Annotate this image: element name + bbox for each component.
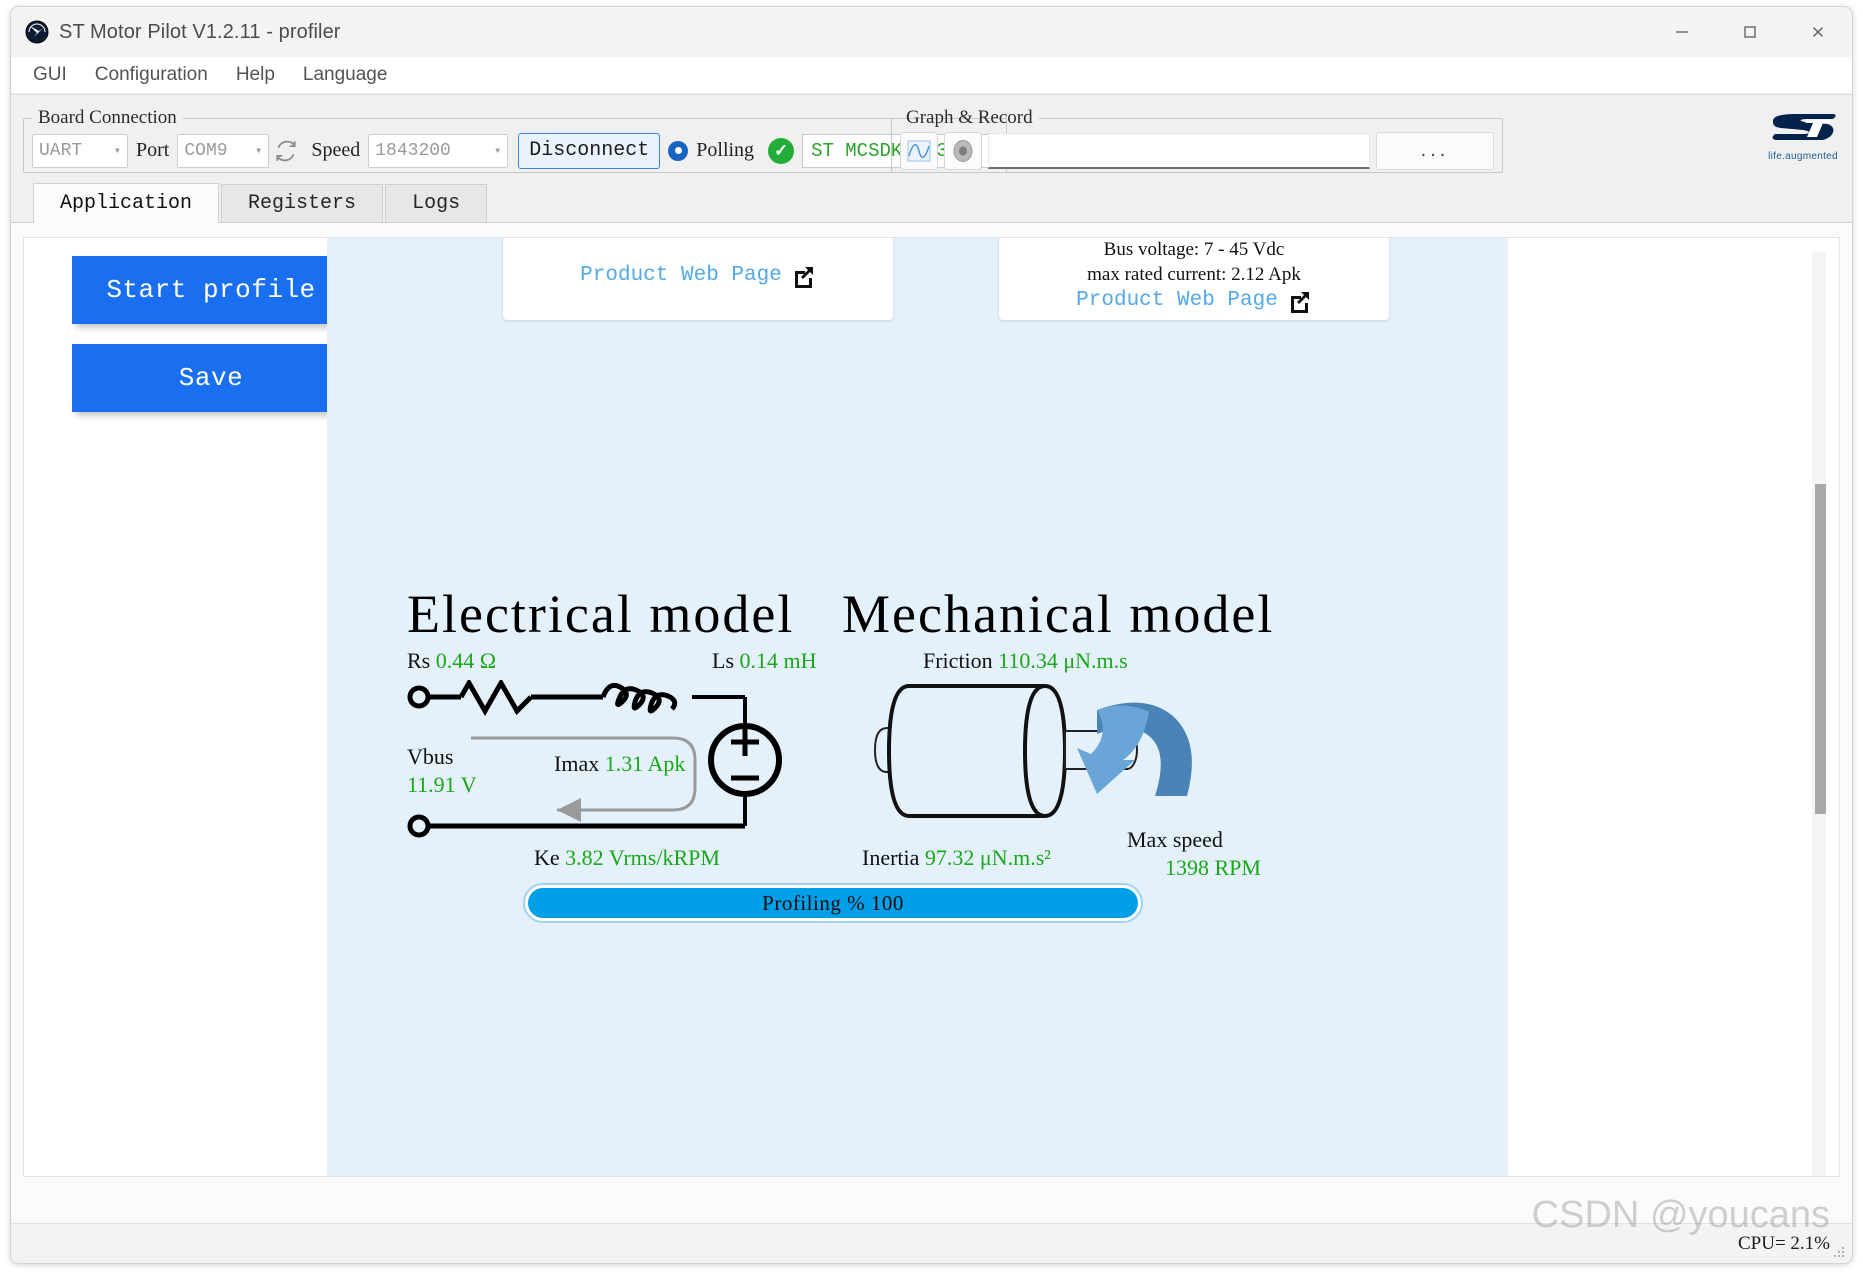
- motor-info-card: Product Web Page: [503, 238, 893, 320]
- vbus-unit: V: [460, 771, 477, 797]
- external-link-icon: [794, 267, 813, 288]
- board-connection-legend: Board Connection: [38, 107, 177, 128]
- st-motor-pilot-icon: [25, 20, 49, 44]
- interface-select-value: UART: [39, 140, 83, 161]
- rs-param: Rs 0.44 Ω: [407, 648, 496, 674]
- ls-label: Ls: [712, 648, 734, 673]
- inertia-param: Inertia 97.32 μN.m.s²: [862, 845, 1051, 871]
- imax-unit: Apk: [647, 751, 686, 776]
- resize-grip[interactable]: [1832, 1244, 1846, 1258]
- application-window: ST Motor Pilot V1.2.11 - profiler GUI Co…: [10, 6, 1853, 1264]
- st-logo-tagline: life.augmented: [1768, 151, 1838, 162]
- ke-param: Ke 3.82 Vrms/kRPM: [534, 845, 720, 871]
- cpu-usage-text: CPU= 2.1%: [1737, 1232, 1830, 1254]
- imax-label: Imax: [554, 751, 600, 776]
- mechanical-model-title: Mechanical model: [842, 584, 1275, 644]
- browse-button[interactable]: ...: [1376, 131, 1494, 170]
- port-label: Port: [136, 139, 170, 161]
- max-speed-unit: RPM: [1214, 854, 1261, 880]
- interface-select[interactable]: UART ▾: [32, 133, 128, 168]
- profiling-progress-fill: Profiling % 100: [528, 888, 1138, 918]
- vbus-label: Vbus: [407, 744, 454, 769]
- minimize-button[interactable]: [1648, 7, 1716, 57]
- status-bar: CPU= 2.1%: [11, 1223, 1852, 1263]
- menu-item-help[interactable]: Help: [232, 62, 279, 88]
- speed-select-value: 1843200: [375, 140, 451, 161]
- polling-label: Polling: [696, 139, 755, 161]
- ke-unit: Vrms/kRPM: [608, 845, 720, 870]
- chevron-down-icon: ▾: [255, 144, 263, 158]
- bus-voltage-text: Bus voltage: 7 - 45 Vdc: [1103, 239, 1285, 261]
- graph-record-group: Graph & Record ...: [891, 107, 1503, 173]
- tab-logs[interactable]: Logs: [385, 184, 488, 222]
- close-button[interactable]: [1784, 7, 1852, 57]
- motor-product-web-page-label: Product Web Page: [580, 264, 782, 288]
- max-rated-current-text: max rated current: 2.12 Apk: [1087, 264, 1301, 286]
- record-path-input[interactable]: [988, 132, 1370, 169]
- waveform-icon[interactable]: [900, 131, 938, 170]
- ls-unit: mH: [783, 648, 817, 673]
- profiling-progress-label: Profiling % 100: [762, 890, 904, 915]
- tab-registers[interactable]: Registers: [221, 184, 384, 222]
- ls-param: Ls 0.14 mH: [712, 648, 817, 674]
- record-circle-icon[interactable]: [944, 131, 982, 170]
- disconnect-button[interactable]: Disconnect: [518, 132, 661, 169]
- check-circle-icon: ✓: [768, 137, 795, 164]
- st-logo: life.augmented: [1762, 111, 1844, 162]
- profiling-progress-bar: Profiling % 100: [523, 883, 1143, 923]
- profiler-diagram-area: Product Web Page Bus voltage: 7 - 45 Vdc…: [327, 238, 1508, 1176]
- rs-label: Rs: [407, 648, 431, 673]
- rs-unit: Ω: [479, 648, 497, 673]
- refresh-icon[interactable]: [269, 134, 303, 168]
- max-speed-param: Max speed 1398 RPM: [1127, 826, 1261, 881]
- vertical-scrollbar[interactable]: [1812, 252, 1826, 1176]
- application-panel: Start profile Save Product Web Page Bus …: [23, 237, 1840, 1177]
- toolbar: Board Connection UART ▾ Port COM9 ▾ Spee…: [11, 94, 1852, 183]
- max-speed-label: Max speed: [1127, 827, 1223, 852]
- menu-item-language[interactable]: Language: [299, 62, 392, 88]
- inertia-unit: μN.m.s²: [979, 845, 1051, 870]
- content-area: Start profile Save Product Web Page Bus …: [11, 223, 1852, 1263]
- electrical-model-title: Electrical model: [407, 584, 795, 644]
- vbus-param: Vbus 11.91 V: [407, 743, 477, 798]
- menu-item-gui[interactable]: GUI: [29, 62, 71, 88]
- ke-label: Ke: [534, 845, 560, 870]
- window-controls: [1648, 7, 1852, 57]
- rs-value: 0.44: [435, 648, 475, 673]
- window-title: ST Motor Pilot V1.2.11 - profiler: [59, 20, 341, 43]
- imax-param: Imax 1.31 Apk: [554, 751, 685, 777]
- start-profile-button[interactable]: Start profile: [72, 256, 350, 324]
- chevron-down-icon: ▾: [113, 144, 121, 158]
- ke-value: 3.82: [565, 845, 604, 870]
- port-select-value: COM9: [184, 140, 228, 161]
- title-bar: ST Motor Pilot V1.2.11 - profiler: [11, 7, 1852, 57]
- menu-item-configuration[interactable]: Configuration: [91, 62, 212, 88]
- speed-label: Speed: [311, 139, 361, 161]
- max-speed-value: 1398: [1165, 854, 1209, 880]
- action-buttons: Start profile Save: [72, 256, 352, 432]
- inertia-value: 97.32: [924, 845, 975, 870]
- save-button[interactable]: Save: [72, 344, 350, 412]
- port-select[interactable]: COM9 ▾: [177, 133, 270, 168]
- chevron-down-icon: ▾: [494, 144, 502, 158]
- imax-value: 1.31: [604, 751, 644, 776]
- menu-bar: GUI Configuration Help Language: [11, 57, 1852, 94]
- motor-diagram: [873, 684, 1192, 818]
- external-link-icon: [1290, 292, 1309, 314]
- board-product-web-page-label: Product Web Page: [1076, 289, 1278, 313]
- vbus-value: 11.91: [407, 771, 456, 797]
- tab-application[interactable]: Application: [33, 183, 220, 223]
- ls-value: 0.14: [739, 648, 779, 673]
- board-product-web-page-link[interactable]: Product Web Page: [1076, 287, 1312, 315]
- vertical-scrollbar-thumb[interactable]: [1815, 484, 1826, 814]
- motor-product-web-page-link[interactable]: Product Web Page: [580, 262, 816, 290]
- board-info-card: Bus voltage: 7 - 45 Vdc max rated curren…: [999, 238, 1389, 320]
- tab-strip: Application Registers Logs: [11, 183, 1852, 223]
- speed-select[interactable]: 1843200 ▾: [368, 133, 509, 168]
- inertia-label: Inertia: [862, 845, 920, 870]
- maximize-button[interactable]: [1716, 7, 1784, 57]
- board-connection-group: Board Connection UART ▾ Port COM9 ▾ Spee…: [23, 107, 1008, 173]
- radio-selected-icon[interactable]: [668, 140, 689, 161]
- graph-record-legend: Graph & Record: [906, 107, 1033, 128]
